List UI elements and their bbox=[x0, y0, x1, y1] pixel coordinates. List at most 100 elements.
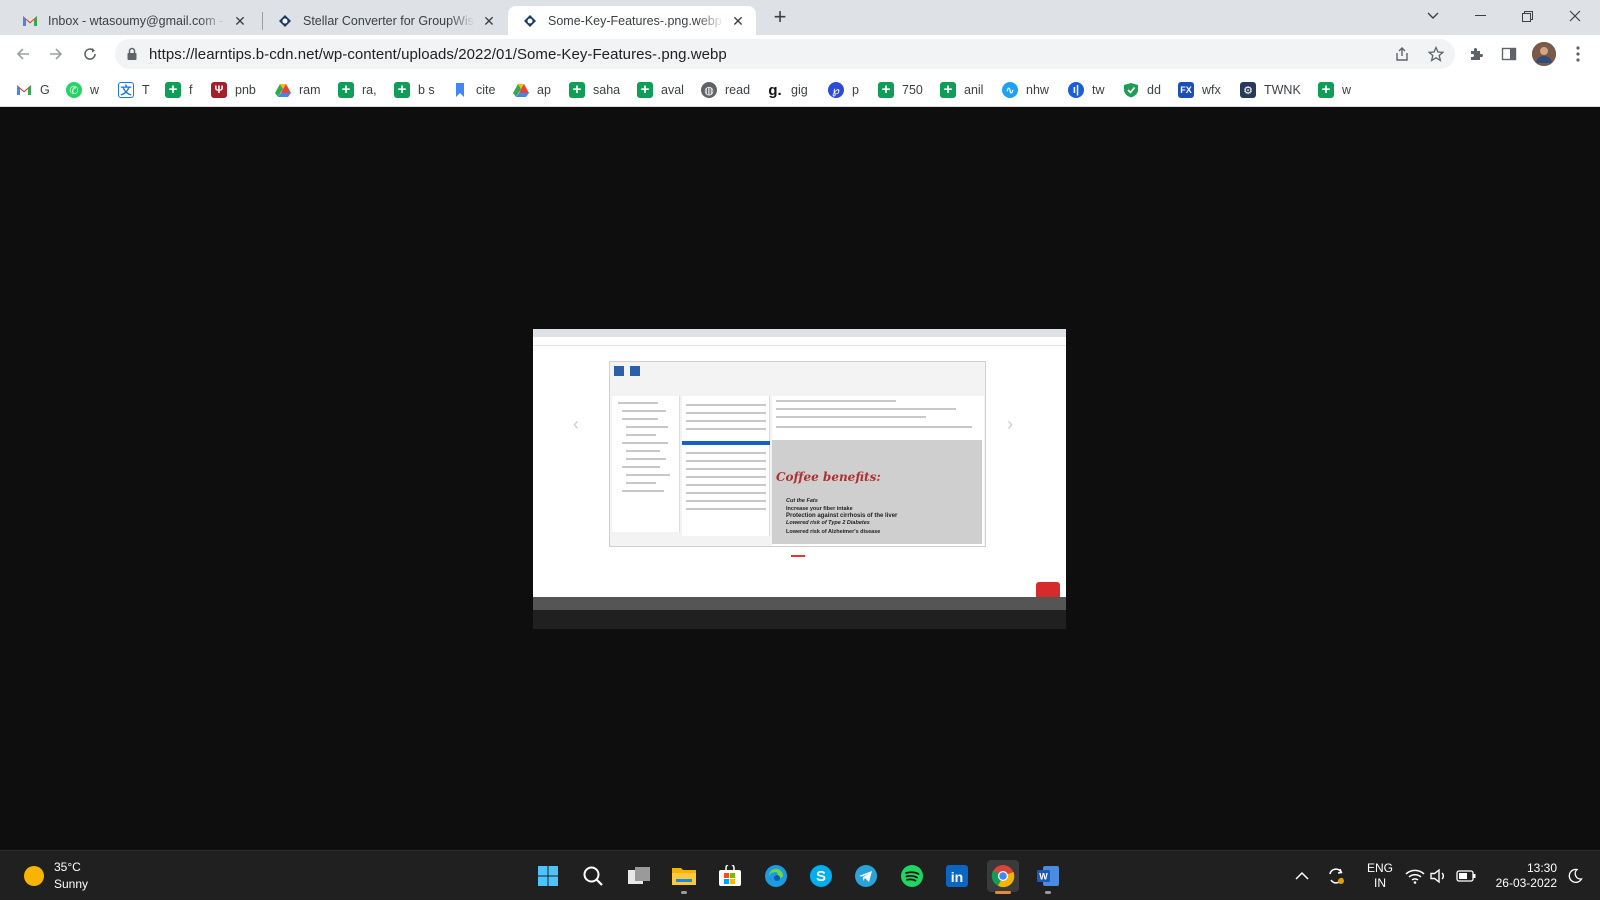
coffee-item: Lowered risk of Type 2 Diabetes bbox=[786, 520, 870, 526]
extensions-puzzle-icon[interactable] bbox=[1464, 42, 1488, 66]
forward-arrow-icon bbox=[50, 48, 63, 60]
translate-icon: 文 bbox=[118, 82, 134, 98]
tab-search-icon[interactable] bbox=[1410, 0, 1456, 32]
side-panel-icon[interactable] bbox=[1497, 42, 1521, 66]
tab-webp-image[interactable]: Some-Key-Features-.png.webp (533 ✕ bbox=[508, 6, 756, 35]
forward-button[interactable] bbox=[43, 41, 69, 67]
bookmark-label: p bbox=[852, 83, 859, 97]
shield-icon bbox=[1123, 82, 1139, 98]
sheets-icon bbox=[569, 82, 585, 98]
image-taskbar bbox=[533, 610, 1066, 629]
linkedin-icon[interactable]: in bbox=[941, 860, 973, 892]
bookmark-item[interactable]: 文 T bbox=[118, 80, 150, 100]
minimize-button[interactable] bbox=[1457, 0, 1503, 32]
bookmark-item[interactable]: ✆ w bbox=[66, 80, 99, 100]
displayed-webp-image[interactable]: ‹ › Coffee benefits: Cut the Fats Increa… bbox=[533, 329, 1066, 629]
volume-icon[interactable] bbox=[1428, 865, 1450, 887]
new-tab-button[interactable]: + bbox=[768, 6, 792, 30]
reload-icon bbox=[84, 48, 96, 60]
chevron-up-icon[interactable] bbox=[1291, 865, 1313, 887]
pnb-icon: Ψ bbox=[211, 82, 227, 98]
bookmark-item[interactable]: ı| tw bbox=[1068, 80, 1105, 100]
reload-button[interactable] bbox=[77, 41, 103, 67]
bookmark-item[interactable]: f bbox=[165, 80, 192, 100]
close-icon[interactable]: ✕ bbox=[232, 13, 248, 29]
bookmark-item[interactable]: ℘ p bbox=[828, 80, 859, 100]
bookmark-item[interactable]: ra, bbox=[338, 80, 377, 100]
system-clock[interactable]: 13:30 26-03-2022 bbox=[1487, 861, 1557, 891]
bookmark-label: read bbox=[725, 83, 751, 97]
profile-avatar[interactable] bbox=[1532, 42, 1556, 66]
image-browser-tabstrip bbox=[533, 329, 1066, 337]
back-button[interactable] bbox=[10, 41, 36, 67]
image-app-icon bbox=[614, 366, 624, 376]
sheets-icon bbox=[878, 82, 894, 98]
wifi-icon[interactable] bbox=[1404, 865, 1426, 887]
globe-icon: ◍ bbox=[701, 82, 717, 98]
bookmark-item[interactable]: cite bbox=[452, 80, 495, 100]
weather-description[interactable]: Sunny bbox=[54, 877, 88, 891]
gmail-icon bbox=[16, 82, 32, 98]
edge-icon[interactable] bbox=[760, 860, 792, 892]
image-mail-list bbox=[682, 396, 770, 536]
tab-gmail[interactable]: Inbox - wtasoumy@gmail.com - Gmail ✕ bbox=[8, 6, 258, 35]
microsoft-store-icon[interactable] bbox=[714, 860, 746, 892]
close-icon[interactable]: ✕ bbox=[730, 13, 746, 29]
task-view-icon[interactable] bbox=[623, 860, 655, 892]
bookmark-item[interactable]: aval bbox=[637, 80, 684, 100]
telegram-icon[interactable] bbox=[850, 860, 882, 892]
svg-text:in: in bbox=[951, 869, 963, 885]
battery-icon[interactable] bbox=[1455, 865, 1477, 887]
bookmark-item[interactable]: ∿ nhw bbox=[1002, 80, 1049, 100]
file-explorer-icon[interactable] bbox=[668, 860, 700, 894]
image-coffee-email: Coffee benefits: Cut the Fats Increase y… bbox=[772, 440, 982, 544]
skype-icon[interactable]: S bbox=[805, 860, 837, 892]
weather-temperature[interactable]: 35°C bbox=[54, 860, 81, 874]
search-icon[interactable] bbox=[577, 860, 609, 892]
sync-icon[interactable] bbox=[1325, 865, 1347, 887]
coffee-item: Protection against cirrhosis of the live… bbox=[786, 513, 898, 519]
drive-icon bbox=[275, 82, 291, 98]
bookmark-item[interactable]: ap bbox=[513, 80, 551, 100]
chrome-icon[interactable] bbox=[987, 860, 1019, 894]
tab-title: Some-Key-Features-.png.webp (533 bbox=[548, 13, 724, 28]
fx-icon: FX bbox=[1178, 82, 1194, 98]
drive-icon bbox=[513, 82, 529, 98]
bookmark-item[interactable]: 750 bbox=[878, 80, 923, 100]
bookmark-item[interactable]: ◍ read bbox=[701, 80, 750, 100]
restore-button[interactable] bbox=[1504, 0, 1550, 32]
bookmark-label: gig bbox=[791, 83, 808, 97]
image-app-icon bbox=[630, 366, 640, 376]
close-icon[interactable]: ✕ bbox=[481, 13, 497, 29]
bookmark-item[interactable]: ram bbox=[275, 80, 321, 100]
sun-icon[interactable] bbox=[24, 866, 44, 886]
bookmark-item[interactable]: Ψ pnb bbox=[211, 80, 256, 100]
bookmark-item[interactable]: anil bbox=[940, 80, 983, 100]
bookmark-item[interactable]: g. gig bbox=[767, 80, 808, 100]
bookmark-label: w bbox=[90, 83, 100, 97]
bookmark-item[interactable]: dd bbox=[1123, 80, 1161, 100]
image-viewer-viewport: ‹ › Coffee benefits: Cut the Fats Increa… bbox=[0, 107, 1600, 850]
bookmark-item[interactable]: saha bbox=[569, 80, 620, 100]
windows-start-icon[interactable] bbox=[532, 860, 564, 892]
input-language-indicator[interactable]: ENG IN bbox=[1363, 861, 1397, 891]
bookmark-item[interactable]: ⚙ TWNK bbox=[1240, 80, 1301, 100]
focus-assist-moon-icon[interactable] bbox=[1564, 865, 1586, 887]
address-bar[interactable]: https://learntips.b-cdn.net/wp-content/u… bbox=[115, 39, 1455, 69]
swirl-icon: ∿ bbox=[1002, 82, 1018, 98]
bookmark-item[interactable]: w bbox=[1318, 80, 1351, 100]
tab-stellar[interactable]: Stellar Converter for GroupWise v ✕ bbox=[263, 6, 507, 35]
bookmark-label: w bbox=[1342, 83, 1352, 97]
word-icon[interactable]: W bbox=[1032, 860, 1064, 894]
bookmark-item[interactable]: FX wfx bbox=[1178, 80, 1221, 100]
bookmark-star-icon[interactable] bbox=[1424, 42, 1448, 66]
close-window-button[interactable] bbox=[1552, 0, 1598, 32]
bookmark-item[interactable]: b s bbox=[394, 80, 435, 100]
bookmark-label: tw bbox=[1092, 83, 1105, 97]
share-icon[interactable] bbox=[1390, 42, 1414, 66]
spotify-icon[interactable] bbox=[896, 860, 928, 892]
kebab-menu-icon[interactable] bbox=[1566, 42, 1590, 66]
image-preview-pane: Coffee benefits: Cut the Fats Increase y… bbox=[772, 396, 984, 546]
bookmark-label: nhw bbox=[1026, 83, 1049, 97]
bookmark-item[interactable]: G bbox=[16, 80, 50, 100]
